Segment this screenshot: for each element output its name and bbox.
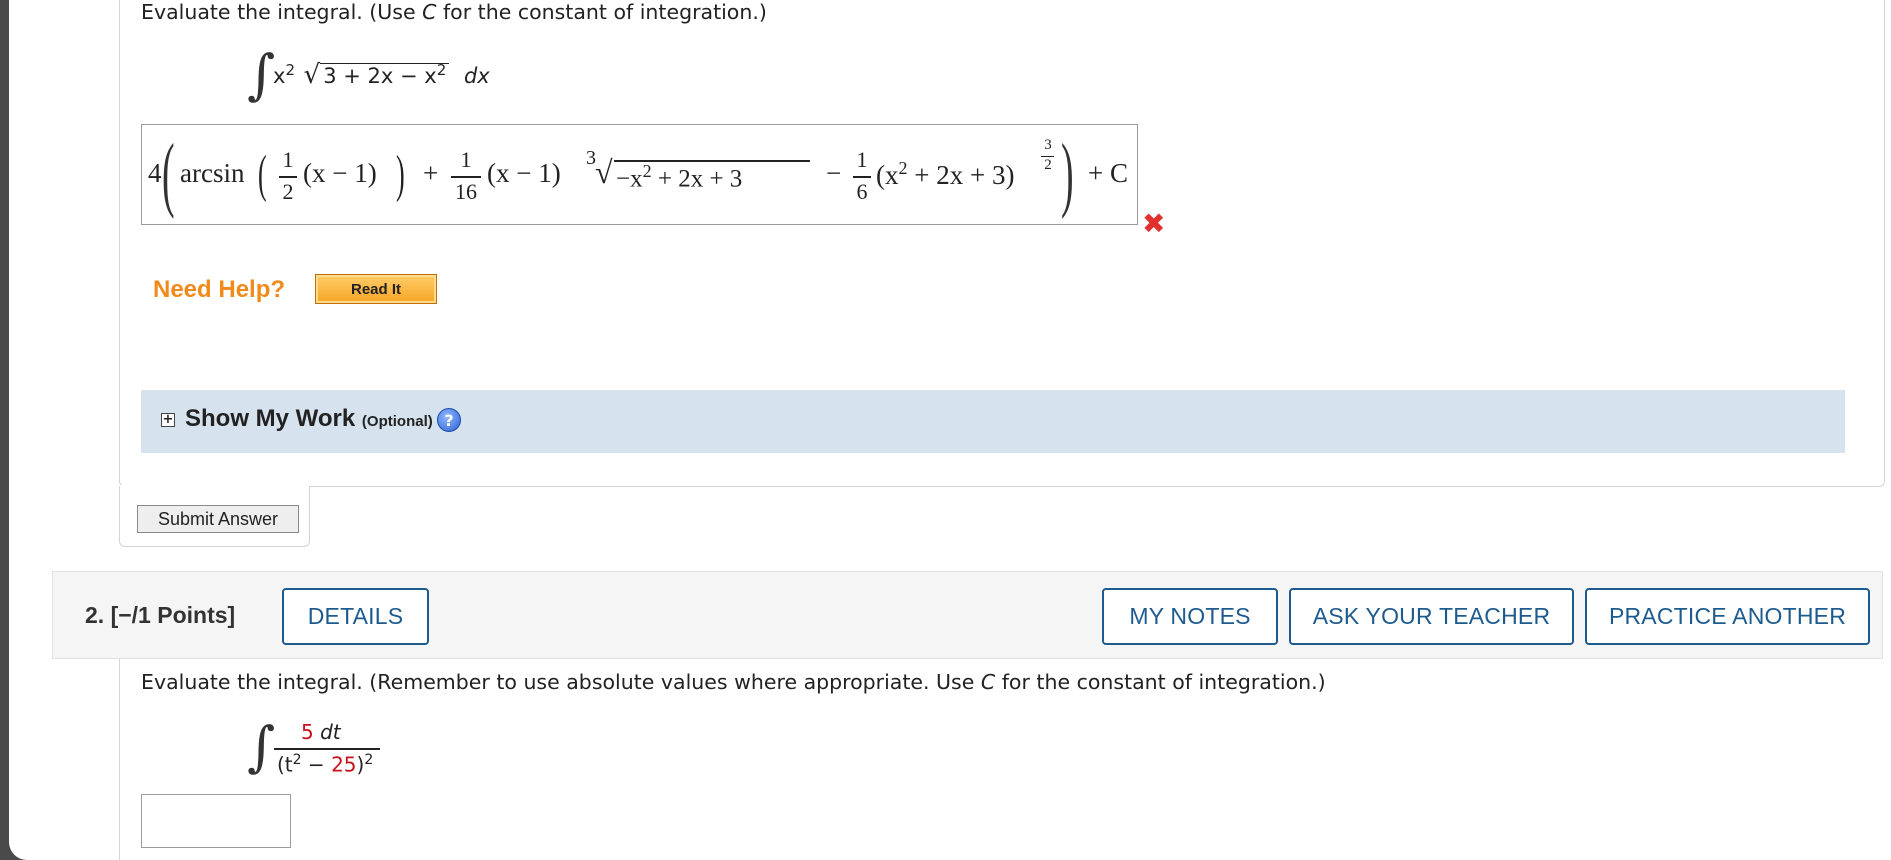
minus-sign: − xyxy=(826,158,842,188)
differential: dx xyxy=(463,64,490,88)
frac16-den: 16 xyxy=(455,179,477,204)
numerator-coef: 5 xyxy=(301,720,314,744)
frac-half-den: 2 xyxy=(282,179,294,204)
integrand-exp: 2 xyxy=(285,61,295,79)
answer-input-q1[interactable]: 4 ( arcsin ( 1 2 (x − 1) ) + 1 16 (x − 1… xyxy=(141,124,1138,225)
answer-input-q2[interactable] xyxy=(141,794,291,848)
answer-arcsin: arcsin xyxy=(180,158,245,188)
frac6-den: 6 xyxy=(856,179,868,204)
show-my-work-label: Show My Work xyxy=(185,405,356,432)
radicand-exp: 2 xyxy=(436,61,447,79)
frac-half-bar xyxy=(279,176,297,178)
need-help-label: Need Help? xyxy=(153,276,286,303)
paren-close-2: ) xyxy=(396,146,405,203)
radicand-text: 3 + 2x − x xyxy=(323,64,437,88)
big-paren-open: ( xyxy=(162,127,175,220)
ask-your-teacher-button[interactable]: ASK YOUR TEACHER xyxy=(1289,588,1574,645)
frac-half-num: 1 xyxy=(282,147,294,172)
read-it-button[interactable]: Read It xyxy=(315,274,437,304)
answer-radicand: −x2 + 2x + 3 xyxy=(616,161,742,193)
radicand: 3 + 2x − x2 xyxy=(320,61,450,88)
frac16-num: 1 xyxy=(460,147,472,172)
den-minus: − xyxy=(301,752,332,777)
frac6-bar xyxy=(853,176,871,178)
details-button[interactable]: DETAILS xyxy=(282,588,429,645)
question-2-points: 2. [−/1 Points] xyxy=(85,602,236,628)
answer-term3: (x2 + 2x + 3) xyxy=(876,158,1014,191)
frac6-num: 1 xyxy=(856,147,868,172)
paren-open-2: ( xyxy=(258,146,267,203)
my-notes-button[interactable]: MY NOTES xyxy=(1102,588,1278,645)
answer-term2: (x − 1) xyxy=(487,158,561,188)
term3-rest: + 2x + 3) xyxy=(907,160,1015,190)
optional-label: (Optional) xyxy=(361,413,433,430)
q2-denominator: (t2 − 25)2 xyxy=(277,752,373,777)
numerator-var: dt xyxy=(313,720,341,744)
plus-constant: + C xyxy=(1088,158,1128,188)
q2-prompt-variable: C xyxy=(980,670,996,694)
radicand-2-exp: 2 xyxy=(642,161,652,181)
q2-numerator: 5 dt xyxy=(301,720,341,744)
frac16-bar xyxy=(451,176,481,178)
practice-another-button[interactable]: PRACTICE ANOTHER xyxy=(1585,588,1870,645)
question-1-prompt: Evaluate the integral. (Use C for the co… xyxy=(141,0,767,24)
term3-open: (x xyxy=(876,160,899,190)
integrand-x: x xyxy=(273,64,286,88)
prompt-text: Evaluate the integral. (Use xyxy=(141,0,423,24)
den-exp: 2 xyxy=(292,752,302,768)
expand-plus-icon[interactable]: + xyxy=(161,413,175,427)
plus-sign: + xyxy=(423,158,439,188)
integral-sign: ∫ xyxy=(247,43,276,106)
den-const: 25 xyxy=(331,752,357,777)
prompt-variable: C xyxy=(422,0,437,24)
question-2-header: 2. [−/1 Points] DETAILS MY NOTES ASK YOU… xyxy=(52,571,1883,659)
submit-answer-button[interactable]: Submit Answer xyxy=(137,505,299,533)
den-open: (t xyxy=(277,752,293,777)
show-my-work-title[interactable]: Show My Work (Optional) xyxy=(185,405,433,433)
radicand-2-text: −x xyxy=(616,165,643,193)
integral-sign-2: ∫ xyxy=(247,715,276,778)
sqrt-symbol: √ xyxy=(303,60,321,90)
q2-prompt-text-end: for the constant of integration.) xyxy=(995,670,1326,694)
big-paren-close: ) xyxy=(1061,127,1074,220)
q2-prompt-text: Evaluate the integral. (Remember to use … xyxy=(141,670,981,694)
incorrect-icon: ✖ xyxy=(1142,207,1166,240)
pow-num: 3 xyxy=(1044,137,1052,153)
help-question-icon[interactable]: ? xyxy=(437,408,461,432)
integrand: x2 √ 3 + 2x − x2 dx xyxy=(273,60,490,90)
question-2-prompt: Evaluate the integral. (Remember to use … xyxy=(141,670,1326,694)
q2-fraction-bar xyxy=(274,748,380,750)
pow-den: 2 xyxy=(1044,157,1052,173)
radicand-2-rest: + 2x + 3 xyxy=(651,165,743,193)
sqrt-symbol-2: √ xyxy=(595,154,613,190)
page-canvas: Evaluate the integral. (Use C for the co… xyxy=(9,0,1891,860)
term3-exp: 2 xyxy=(898,158,908,178)
prompt-text-end: for the constant of integration.) xyxy=(436,0,767,24)
answer-coef: 4 xyxy=(148,158,162,188)
answer-term1: (x − 1) xyxy=(303,158,377,188)
show-my-work-panel[interactable]: + Show My Work (Optional) ? xyxy=(141,390,1845,453)
den-outer-exp: 2 xyxy=(364,752,374,768)
